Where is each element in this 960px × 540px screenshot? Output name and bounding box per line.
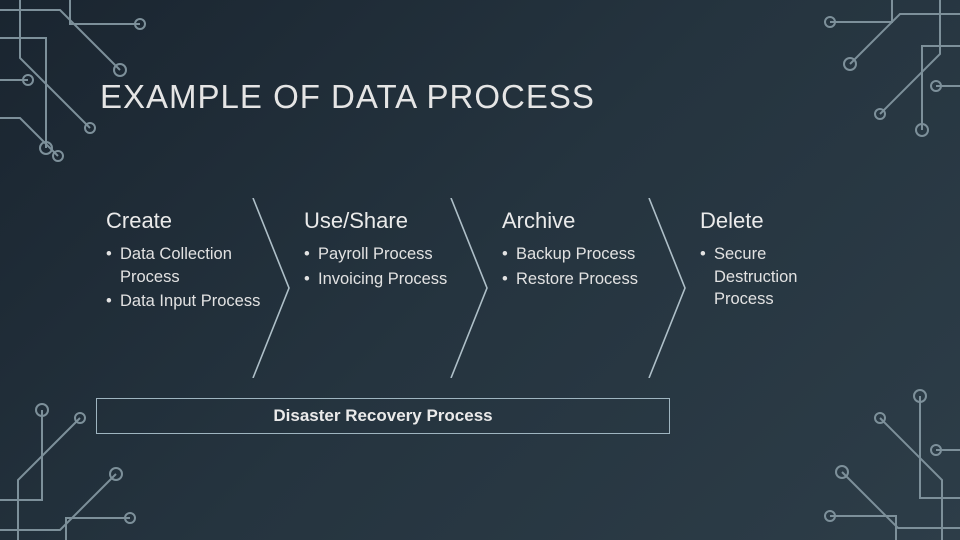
slide-title: EXAMPLE OF DATA PROCESS: [100, 78, 595, 116]
stage-items: Data Collection Process Data Input Proce…: [106, 243, 262, 312]
list-item: Secure Destruction Process: [700, 243, 852, 310]
stage-heading: Delete: [700, 208, 852, 233]
list-item: Data Input Process: [106, 290, 262, 312]
chevron-icon: [449, 198, 489, 378]
stage-items: Secure Destruction Process: [700, 243, 852, 310]
list-item: Backup Process: [502, 243, 658, 265]
list-item: Invoicing Process: [304, 268, 460, 290]
disaster-recovery-box: Disaster Recovery Process: [96, 398, 670, 434]
list-item: Data Collection Process: [106, 243, 262, 288]
stage-heading: Use/Share: [304, 208, 460, 233]
circuit-decoration-top-right: [760, 0, 960, 200]
stage-items: Backup Process Restore Process: [502, 243, 658, 290]
stage-delete: Delete Secure Destruction Process: [686, 198, 866, 378]
stage-heading: Create: [106, 208, 262, 233]
chevron-icon: [251, 198, 291, 378]
chevron-icon: [647, 198, 687, 378]
stage-items: Payroll Process Invoicing Process: [304, 243, 460, 290]
stage-use-share: Use/Share Payroll Process Invoicing Proc…: [290, 198, 488, 378]
list-item: Payroll Process: [304, 243, 460, 265]
stage-create: Create Data Collection Process Data Inpu…: [92, 198, 290, 378]
process-flow: Create Data Collection Process Data Inpu…: [92, 198, 866, 378]
stage-archive: Archive Backup Process Restore Process: [488, 198, 686, 378]
list-item: Restore Process: [502, 268, 658, 290]
disaster-recovery-label: Disaster Recovery Process: [273, 406, 492, 426]
stage-heading: Archive: [502, 208, 658, 233]
